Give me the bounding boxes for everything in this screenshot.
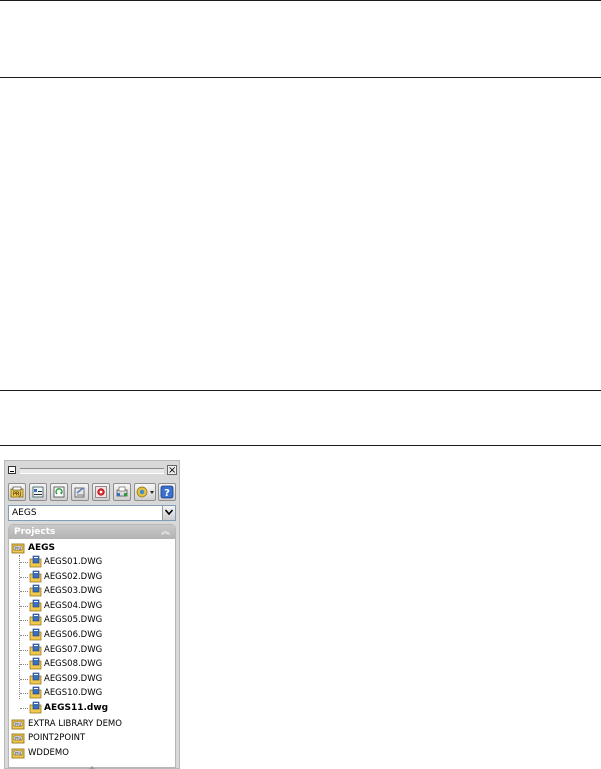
tree-item-drawing[interactable]: AEGS09.DWG xyxy=(9,672,175,686)
project-task-list-icon xyxy=(74,487,85,498)
project-utilities-button[interactable] xyxy=(92,483,110,501)
project-folder-icon: PRJ xyxy=(11,543,25,554)
separator-line-2 xyxy=(0,77,601,78)
drawing-label: AEGS04.DWG xyxy=(44,600,103,611)
project-toolbar: PRJ ? xyxy=(8,483,176,501)
tree-item-drawing[interactable]: AEGS01.DWG xyxy=(9,555,175,569)
open-project-icon: PRJ xyxy=(10,486,24,498)
tree-branch-line xyxy=(20,605,28,607)
tree-branch-line xyxy=(20,635,28,636)
drawing-label: AEGS07.DWG xyxy=(44,644,103,655)
dropdown-arrow-button[interactable] xyxy=(162,506,175,520)
project-folder-icon: PRJ xyxy=(11,719,25,729)
tree-item-drawing[interactable]: AEGS10.DWG xyxy=(9,686,175,700)
drawing-file-icon xyxy=(29,570,42,582)
tree-branch-line xyxy=(20,664,28,666)
tree-item-drawing[interactable]: AEGS07.DWG xyxy=(9,643,175,657)
svg-text:PRJ: PRJ xyxy=(15,546,21,551)
open-project-button[interactable]: PRJ xyxy=(8,483,26,501)
help-icon: ? xyxy=(160,485,174,499)
drawing-file-icon xyxy=(29,628,42,641)
project-selector-value: AEGS xyxy=(12,508,37,518)
project-properties-icon xyxy=(32,486,44,498)
drawing-file-icon xyxy=(29,599,42,612)
tree-item-drawing[interactable]: AEGS03.DWG xyxy=(9,584,175,598)
tree-item-drawing[interactable]: AEGS08.DWG xyxy=(9,657,175,671)
auto-hide-icon[interactable] xyxy=(8,466,16,474)
drawing-label: AEGS06.DWG xyxy=(44,630,103,640)
drawing-file-icon xyxy=(29,614,42,626)
drawing-file-icon xyxy=(29,555,42,568)
plot-project-icon xyxy=(116,486,128,497)
drawing-file-icon xyxy=(29,584,42,597)
drawing-file-icon xyxy=(29,657,42,670)
project-folder-icon: PRJ xyxy=(11,748,25,759)
project-wide-utilities-icon xyxy=(95,486,107,498)
svg-text:PRJ: PRJ xyxy=(15,721,21,726)
tree-branch-line xyxy=(20,693,28,695)
separator-line-4 xyxy=(0,445,601,446)
project-folder-icon: PRJ xyxy=(11,733,25,744)
tree-branch-line xyxy=(20,591,28,593)
separator-line-1 xyxy=(0,0,601,1)
help-button[interactable]: ? xyxy=(158,483,176,501)
tree-branch-line xyxy=(20,678,28,680)
tree-branch-line xyxy=(20,649,28,651)
tree-item-drawing[interactable]: AEGS04.DWG xyxy=(9,599,175,613)
drawing-label: AEGS02.DWG xyxy=(44,571,103,582)
svg-text:PRJ: PRJ xyxy=(15,736,21,741)
update-retag-icon xyxy=(53,486,65,498)
svg-text:PRJ: PRJ xyxy=(15,750,21,755)
svg-text:PRJ: PRJ xyxy=(13,492,21,498)
tree-branch-line xyxy=(20,562,28,563)
project-manager-panel: × PRJ ? AEGS Projects ︽ PRJ AEGS AEGS01.… xyxy=(4,460,180,769)
drawing-label: AEGS03.DWG xyxy=(44,586,103,597)
drawing-label: AEGS11.dwg xyxy=(44,703,109,713)
project-label: WDDEMO xyxy=(28,747,69,758)
tree-item-drawing[interactable]: AEGS11.dwg xyxy=(9,701,175,715)
projects-header-label: Projects xyxy=(14,527,56,537)
drawing-file-icon xyxy=(29,701,42,714)
update-retag-button[interactable] xyxy=(50,483,68,501)
plot-project-button[interactable] xyxy=(113,483,131,501)
svg-text:?: ? xyxy=(164,488,170,499)
drag-handle[interactable] xyxy=(20,468,164,474)
tree-item-project[interactable]: PRJ WDDEMO xyxy=(9,746,175,760)
tree-branch-line xyxy=(20,620,28,622)
drawing-file-icon xyxy=(29,643,42,655)
tree-item-drawing[interactable]: AEGS05.DWG xyxy=(9,613,175,627)
drawing-file-icon xyxy=(29,687,42,699)
project-reports-icon xyxy=(136,486,154,498)
active-project-label: AEGS xyxy=(28,543,55,553)
tree-branch-line xyxy=(20,576,28,578)
tree-item-project[interactable]: PRJ POINT2POINT xyxy=(9,731,175,745)
project-selector-dropdown[interactable]: AEGS xyxy=(8,505,176,521)
tree-item-drawing[interactable]: AEGS06.DWG xyxy=(9,628,175,642)
drawing-label: AEGS10.DWG xyxy=(44,688,103,699)
drawing-label: AEGS08.DWG xyxy=(44,659,103,670)
tree-item-active-project[interactable]: PRJ AEGS xyxy=(9,541,175,555)
project-properties-button[interactable] xyxy=(29,483,47,501)
palette-title-bar[interactable]: × xyxy=(7,465,177,476)
projects-section-header[interactable]: Projects ︽ xyxy=(9,525,175,539)
collapse-chevron-icon[interactable]: ︽ xyxy=(161,526,170,538)
tree-item-drawing[interactable]: AEGS02.DWG xyxy=(9,570,175,584)
project-reports-button[interactable] xyxy=(134,483,156,501)
drawing-label: AEGS05.DWG xyxy=(44,615,103,626)
drawing-label: AEGS01.DWG xyxy=(44,557,103,567)
project-label: POINT2POINT xyxy=(28,733,86,744)
task-list-button[interactable] xyxy=(71,483,89,501)
chevron-down-icon xyxy=(165,509,173,516)
project-label: EXTRA LIBRARY DEMO xyxy=(28,718,122,729)
drawing-file-icon xyxy=(29,672,42,685)
close-icon[interactable]: × xyxy=(167,465,177,476)
tree-item-project[interactable]: PRJ EXTRA LIBRARY DEMO xyxy=(9,717,175,731)
separator-line-3 xyxy=(0,390,601,391)
tree-branch-line xyxy=(20,708,28,709)
drawing-label: AEGS09.DWG xyxy=(44,673,103,684)
project-tree: Projects ︽ PRJ AEGS AEGS01.DWG AEGS02.DWG… xyxy=(8,524,176,768)
